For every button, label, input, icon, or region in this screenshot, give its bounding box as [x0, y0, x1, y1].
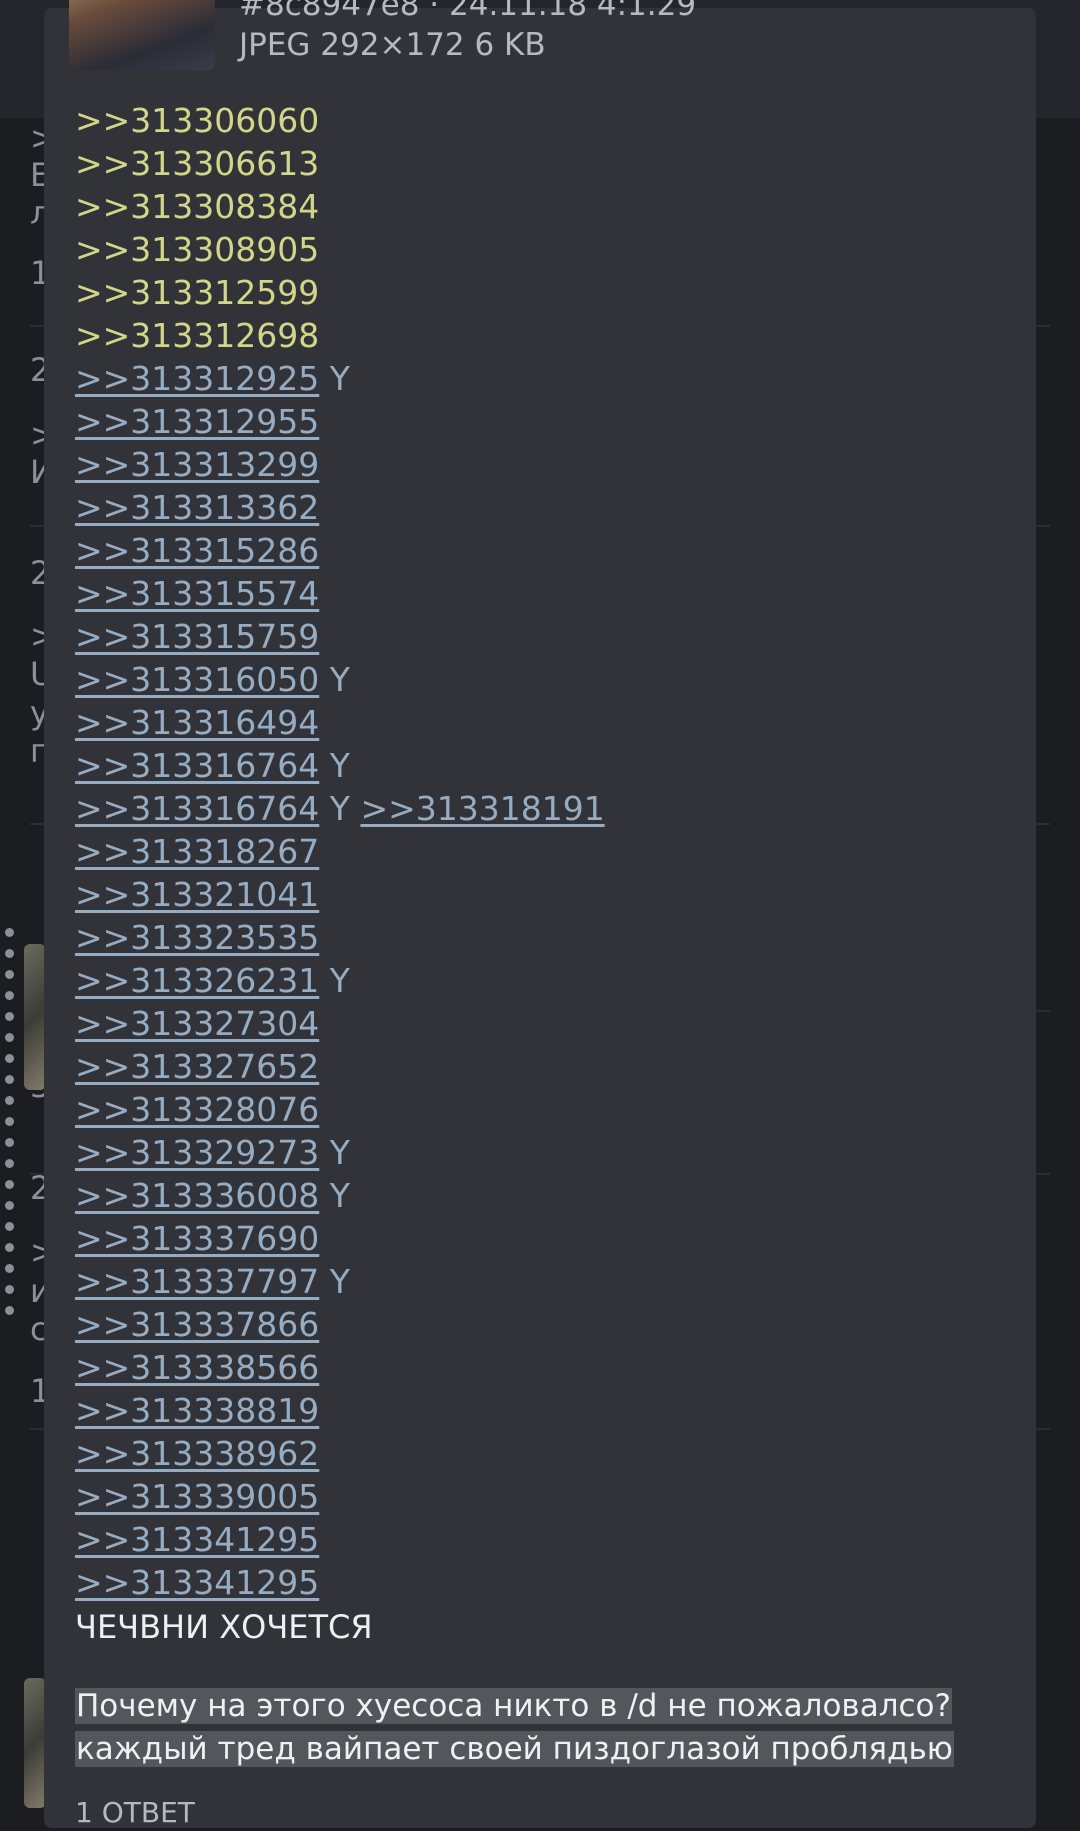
reply-link[interactable]: >>313306613: [75, 144, 319, 183]
reply-reference-row: >>313312925 Y: [75, 357, 1016, 400]
reply-reference-row: >>313316764 Y: [75, 744, 1016, 787]
reply-reference-row: >>313313299: [75, 443, 1016, 486]
reply-link[interactable]: >>313338962: [75, 1434, 319, 1473]
reply-link[interactable]: >>313318191: [360, 789, 604, 828]
you-marker: Y: [329, 1176, 350, 1215]
reply-link[interactable]: >>313338819: [75, 1391, 319, 1430]
reply-link[interactable]: >>313316764: [75, 746, 319, 785]
post-body: ЧЕЧВНИ ХОЧЕТСЯ Почему на этого хуесоса н…: [75, 1606, 996, 1831]
reply-link[interactable]: >>313327652: [75, 1047, 319, 1086]
reply-reference-row: >>313313362: [75, 486, 1016, 529]
reply-link[interactable]: >>313336008: [75, 1176, 319, 1215]
reply-reference-row: >>313306060: [75, 99, 1016, 142]
reply-reference-row: >>313327652: [75, 1045, 1016, 1088]
reply-link[interactable]: >>313316050: [75, 660, 319, 699]
reply-reference-row: >>313315759: [75, 615, 1016, 658]
background-post-thumbnail[interactable]: [24, 944, 46, 1090]
reply-link[interactable]: >>313329273: [75, 1133, 319, 1172]
reply-reference-row: >>313337866: [75, 1303, 1016, 1346]
reply-link[interactable]: >>313341295: [75, 1563, 319, 1602]
attachment-info: JPEG 292×172 6 KB: [239, 27, 546, 63]
reply-link[interactable]: >>313312599: [75, 273, 319, 312]
reply-reference-row: >>313328076: [75, 1088, 1016, 1131]
reply-link[interactable]: >>313315286: [75, 531, 319, 570]
you-marker: Y: [329, 1133, 350, 1172]
reply-link[interactable]: >>313326231: [75, 961, 319, 1000]
background-post-thumbnail[interactable]: [24, 1678, 46, 1808]
reply-reference-row: >>313326231 Y: [75, 959, 1016, 1002]
reply-reference-row: >>313318267: [75, 830, 1016, 873]
reply-link[interactable]: >>313337797: [75, 1262, 319, 1301]
reply-reference-row: >>313316050 Y: [75, 658, 1016, 701]
reply-reference-row: >>313337690: [75, 1217, 1016, 1260]
reply-link[interactable]: >>313313299: [75, 445, 319, 484]
reply-link[interactable]: >>313306060: [75, 101, 319, 140]
reply-reference-row: >>313308384: [75, 185, 1016, 228]
reply-link[interactable]: >>313327304: [75, 1004, 319, 1043]
reply-reference-row: >>313341295: [75, 1561, 1016, 1604]
reply-reference-row: >>313306613: [75, 142, 1016, 185]
reply-link[interactable]: >>313323535: [75, 918, 319, 957]
reply-reference-row: >>313338962: [75, 1432, 1016, 1475]
reply-reference-row: >>313312599: [75, 271, 1016, 314]
reply-reference-row: >>313321041: [75, 873, 1016, 916]
reply-link[interactable]: >>313337690: [75, 1219, 319, 1258]
quote-line: Почему на этого хуесоса никто в /d не по…: [75, 1688, 952, 1724]
reply-link[interactable]: >>313316494: [75, 703, 319, 742]
quoted-text: Почему на этого хуесоса никто в /d не по…: [75, 1685, 996, 1771]
reply-reference-row: >>313338566: [75, 1346, 1016, 1389]
quote-line: каждый тред вайпает своей пиздоглазой пр…: [75, 1731, 954, 1767]
you-marker: Y: [329, 359, 350, 398]
reply-link[interactable]: >>313321041: [75, 875, 319, 914]
post-text-line: ЧЕЧВНИ ХОЧЕТСЯ: [75, 1608, 373, 1646]
reply-reference-row: >>313338819: [75, 1389, 1016, 1432]
reply-reference-row: >>313323535: [75, 916, 1016, 959]
reply-reference-row: >>313341295: [75, 1518, 1016, 1561]
reply-reference-row: >>313312698: [75, 314, 1016, 357]
reply-link[interactable]: >>313338566: [75, 1348, 319, 1387]
post-attachment-thumbnail[interactable]: [69, 0, 215, 70]
reply-link[interactable]: >>313312698: [75, 316, 319, 355]
replies-count-button[interactable]: 1 ОТВЕТ: [75, 1795, 996, 1831]
reply-link[interactable]: >>313315759: [75, 617, 319, 656]
reply-references-list: >>313306060 >>313306613 >>313308384 >>31330…: [75, 99, 1016, 1604]
reply-link[interactable]: >>313337866: [75, 1305, 319, 1344]
reply-link[interactable]: >>313312925: [75, 359, 319, 398]
reply-link[interactable]: >>313313362: [75, 488, 319, 527]
reply-link[interactable]: >>313341295: [75, 1520, 319, 1559]
reply-reference-row: >>313315574: [75, 572, 1016, 615]
reply-reference-row: >>313316494: [75, 701, 1016, 744]
reply-link[interactable]: >>313339005: [75, 1477, 319, 1516]
reply-link[interactable]: >>313308384: [75, 187, 319, 226]
reply-link[interactable]: >>313328076: [75, 1090, 319, 1129]
reply-reference-row: >>313339005: [75, 1475, 1016, 1518]
reply-reference-row: >>313337797 Y: [75, 1260, 1016, 1303]
you-marker: Y: [329, 961, 350, 1000]
reply-reference-row: >>313316764 Y >>313318191: [75, 787, 1016, 830]
reply-link[interactable]: >>313318267: [75, 832, 319, 871]
reply-link[interactable]: >>313308905: [75, 230, 319, 269]
reply-reference-row: >>313329273 Y: [75, 1131, 1016, 1174]
reply-reference-row: >>313312955: [75, 400, 1016, 443]
reply-reference-row: >>313336008 Y: [75, 1174, 1016, 1217]
you-marker: Y: [329, 1262, 350, 1301]
you-marker: Y: [329, 789, 350, 828]
you-marker: Y: [329, 660, 350, 699]
reply-link[interactable]: >>313316764: [75, 789, 319, 828]
you-marker: Y: [329, 746, 350, 785]
post-preview-popup: #8c8947e8 · 24.11.18 4:1.29 JPEG 292×172…: [44, 0, 1036, 1831]
fast-scroll-handle[interactable]: [5, 928, 15, 1327]
reply-reference-row: >>313308905: [75, 228, 1016, 271]
reply-reference-row: >>313327304: [75, 1002, 1016, 1045]
reply-link[interactable]: >>313312955: [75, 402, 319, 441]
attachment-filename: #8c8947e8 · 24.11.18 4:1.29: [239, 0, 697, 23]
reply-link[interactable]: >>313315574: [75, 574, 319, 613]
reply-reference-row: >>313315286: [75, 529, 1016, 572]
